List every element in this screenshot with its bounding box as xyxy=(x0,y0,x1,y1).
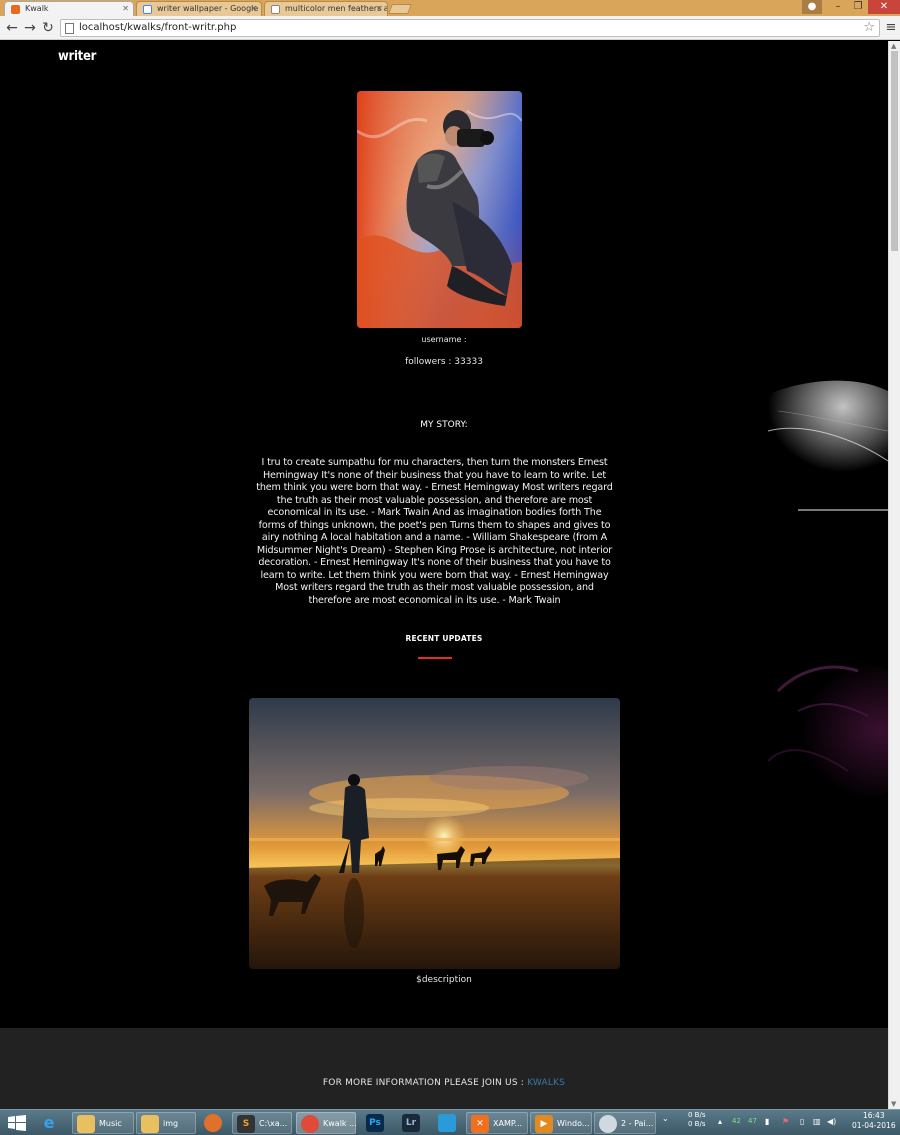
page-viewport: writer username: followers: 33333 MY S… xyxy=(0,41,888,1109)
user-profile-icon[interactable]: ● xyxy=(802,0,822,14)
scrollbar-thumb[interactable] xyxy=(891,51,898,251)
minimize-button[interactable]: – xyxy=(828,0,848,14)
tab-title: multicolor men feathers a xyxy=(285,4,388,13)
bookmark-star-icon[interactable]: ☆ xyxy=(863,20,875,35)
network-icon[interactable]: ▥ xyxy=(813,1117,821,1126)
app-blue-icon[interactable] xyxy=(434,1112,458,1134)
recent-updates-heading: RECENT UPDATES xyxy=(405,634,483,643)
footer-kwalks-link[interactable]: KWALKS xyxy=(527,1078,565,1088)
windows-start-icon[interactable] xyxy=(8,1115,26,1131)
back-arrow-icon[interactable]: ← xyxy=(3,19,21,37)
sublime-icon: S xyxy=(237,1115,255,1133)
reload-icon[interactable]: ↻ xyxy=(39,19,57,37)
media-icon: ▶ xyxy=(535,1115,553,1133)
net-up: 0 B/s xyxy=(688,1120,706,1128)
story-text: I tru to create sumpathu for mu characte… xyxy=(256,457,613,606)
clock-date: 01-04-2016 xyxy=(852,1121,896,1130)
system-clock[interactable]: 16:43 01-04-2016 xyxy=(852,1111,896,1131)
xampp-icon: ✕ xyxy=(471,1115,489,1133)
clock-time: 16:43 xyxy=(862,1111,885,1120)
taskbar-windows-media[interactable]: ▶ Windo... xyxy=(530,1112,592,1134)
address-bar[interactable]: localhost/kwalks/front-writr.php ☆ xyxy=(60,19,880,37)
paint-icon xyxy=(599,1115,617,1133)
update-description: $description xyxy=(416,975,472,985)
tab-close-icon[interactable]: ✕ xyxy=(376,4,383,13)
tab-title: writer wallpaper - Google xyxy=(157,4,259,13)
tray-expand-icon[interactable]: ⌄ xyxy=(662,1114,669,1123)
profile-photo xyxy=(357,91,522,328)
feather-background-image xyxy=(738,380,888,801)
scroll-down-icon[interactable]: ▼ xyxy=(891,1100,896,1108)
tab-multicolor-feathers[interactable]: multicolor men feathers a ✕ xyxy=(264,1,388,16)
kwalk-favicon-icon xyxy=(11,5,20,14)
username-label: username : xyxy=(421,335,467,344)
tab-title: Kwalk xyxy=(25,4,49,13)
tab-strip: Kwalk ✕ writer wallpaper - Google ✕ mult… xyxy=(0,0,900,16)
story-heading: MY STORY: xyxy=(420,420,468,430)
tab-writer-wallpaper[interactable]: writer wallpaper - Google ✕ xyxy=(136,1,262,16)
photoshop-icon[interactable]: Ps xyxy=(362,1112,386,1134)
forward-arrow-icon[interactable]: → xyxy=(21,19,39,37)
google-favicon-icon xyxy=(143,5,152,14)
footer: FOR MORE INFORMATION PLEASE JOIN US : KW… xyxy=(0,1028,888,1109)
folder-icon xyxy=(141,1115,159,1133)
taskbar-sublime[interactable]: S C:\xa... xyxy=(232,1112,292,1134)
tab-kwalk[interactable]: Kwalk ✕ xyxy=(4,1,134,16)
chrome-icon xyxy=(301,1115,319,1133)
scroll-up-icon[interactable]: ▲ xyxy=(891,42,896,50)
net-down: 0 B/s xyxy=(688,1111,706,1119)
battery-icon[interactable]: ▯ xyxy=(800,1117,804,1126)
action-center-icon[interactable]: ⚑ xyxy=(782,1117,789,1126)
tray-temp-2: 47 xyxy=(748,1117,757,1125)
network-speed: 0 B/s 0 B/s xyxy=(688,1111,706,1129)
footer-text: FOR MORE INFORMATION PLEASE JOIN US : KW… xyxy=(0,1078,888,1088)
tray-bar-icon[interactable]: ▮ xyxy=(765,1117,769,1126)
tray-temp-1: 42 xyxy=(732,1117,741,1125)
site-brand[interactable]: writer xyxy=(58,49,96,64)
firefox-icon[interactable] xyxy=(200,1112,226,1134)
page-scrollbar[interactable]: ▲ ▼ xyxy=(888,41,900,1109)
new-tab-button[interactable] xyxy=(388,4,412,14)
chrome-menu-icon[interactable]: ≡ xyxy=(884,19,898,37)
taskbar-xampp[interactable]: ✕ XAMP... xyxy=(466,1112,528,1134)
followers-count: followers : 33333 xyxy=(405,357,483,367)
update-photo[interactable] xyxy=(249,698,620,969)
tab-close-icon[interactable]: ✕ xyxy=(122,4,129,13)
taskbar-paint[interactable]: 2 - Pai... xyxy=(594,1112,656,1134)
page-icon xyxy=(65,23,74,34)
tab-close-icon[interactable]: ✕ xyxy=(250,4,257,13)
window-controls: ● – ❐ ✕ xyxy=(802,0,900,14)
page-favicon-icon xyxy=(271,5,280,14)
folder-icon xyxy=(77,1115,95,1133)
recent-updates-underline xyxy=(418,657,452,659)
url-text[interactable]: localhost/kwalks/front-writr.php xyxy=(79,22,236,33)
browser-toolbar: ← → ↻ localhost/kwalks/front-writr.php ☆… xyxy=(0,16,900,40)
taskbar-img-folder[interactable]: img xyxy=(136,1112,196,1134)
tray-arrow-icon[interactable]: ▴ xyxy=(718,1117,722,1126)
restore-button[interactable]: ❐ xyxy=(848,0,868,14)
taskbar-music-folder[interactable]: Music xyxy=(72,1112,134,1134)
footer-message: FOR MORE INFORMATION PLEASE JOIN US : xyxy=(322,1078,525,1088)
close-window-button[interactable]: ✕ xyxy=(868,0,900,14)
lightroom-icon[interactable]: Lr xyxy=(398,1112,422,1134)
internet-explorer-icon[interactable]: e xyxy=(36,1112,66,1134)
taskbar-chrome[interactable]: Kwalk ... xyxy=(296,1112,357,1134)
volume-icon[interactable]: ◀) xyxy=(827,1117,836,1126)
